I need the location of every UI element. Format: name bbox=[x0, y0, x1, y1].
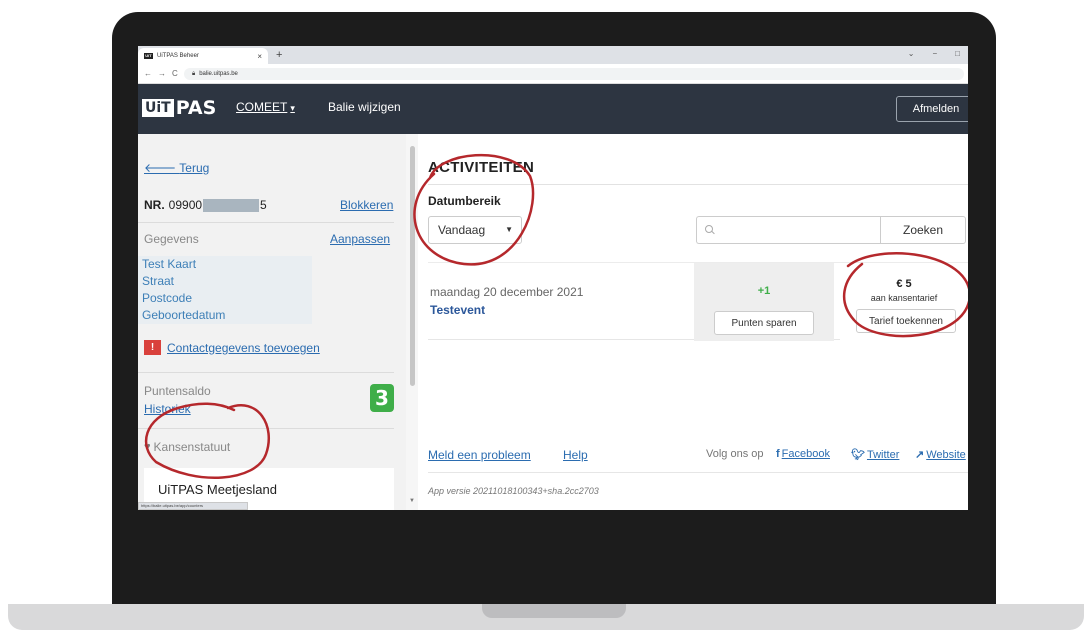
caret-down-icon: ▼ bbox=[505, 225, 513, 234]
favicon-icon: UiT bbox=[144, 53, 153, 59]
report-problem-link[interactable]: Meld een probleem bbox=[428, 448, 531, 462]
points-cell: +1 Punten sparen bbox=[694, 263, 834, 341]
activity-date: maandag 20 december 2021 bbox=[430, 285, 584, 299]
tariff-price: € 5 bbox=[896, 278, 912, 290]
back-link[interactable]: 🡐︎ Terug bbox=[144, 160, 209, 175]
activity-search-input[interactable] bbox=[696, 216, 880, 244]
status-bar-url: https://balie.uitpas.be/app/counters bbox=[138, 502, 248, 510]
twitter-link[interactable]: 🐦︎ Twitter bbox=[851, 448, 899, 461]
card-number-suffix: 5 bbox=[260, 198, 267, 212]
edit-details-link[interactable]: Aanpassen bbox=[330, 232, 390, 246]
url-field[interactable]: 🔒︎ balie.uitpas.be bbox=[184, 68, 964, 80]
external-link-icon: ↗ bbox=[915, 449, 925, 461]
logout-button[interactable]: Afmelden bbox=[896, 96, 968, 122]
detail-postcode: Postcode bbox=[142, 291, 193, 305]
new-tab-button[interactable]: + bbox=[276, 48, 282, 62]
scroll-down-arrow-icon[interactable]: ▼ bbox=[409, 498, 415, 504]
browser-tab[interactable]: UiT UiTPAS Beheer × bbox=[138, 48, 268, 64]
back-link-label: Terug bbox=[179, 161, 210, 175]
sidebar-divider bbox=[138, 372, 394, 373]
twitter-icon: 🐦︎ bbox=[851, 449, 865, 461]
switch-counter-link[interactable]: Balie wijzigen bbox=[328, 100, 401, 114]
redaction-bar bbox=[203, 198, 260, 212]
website-label: Website bbox=[926, 449, 966, 461]
logo-pas-mark: PAS bbox=[175, 97, 217, 119]
maximize-button[interactable]: □ bbox=[955, 49, 960, 58]
points-balance-label: Puntensaldo bbox=[144, 384, 211, 398]
block-card-link[interactable]: Blokkeren bbox=[340, 198, 393, 212]
points-badge: 3 bbox=[370, 384, 394, 412]
sidebar-divider bbox=[138, 428, 394, 429]
search-icon bbox=[705, 225, 715, 235]
laptop-notch bbox=[482, 604, 626, 618]
organization-name: UiTPAS Meetjesland bbox=[158, 482, 277, 497]
facebook-label: Facebook bbox=[781, 448, 830, 460]
date-range-label: Datumbereik bbox=[428, 194, 501, 208]
card-number: NR. 09900 5 bbox=[144, 198, 267, 212]
app-header: UiT PAS COMEET ▾ Balie wijzigen Afmelden bbox=[138, 84, 968, 134]
details-box: Test Kaart Straat Postcode Geboortedatum bbox=[138, 256, 312, 324]
tab-title: UiTPAS Beheer bbox=[157, 53, 199, 59]
sidebar-scroll-thumb[interactable] bbox=[410, 146, 415, 386]
search-button[interactable]: Zoeken bbox=[880, 216, 966, 244]
activity-row: maandag 20 december 2021 Testevent +1 Pu… bbox=[428, 262, 968, 341]
back-arrow-icon[interactable]: ← bbox=[144, 69, 152, 78]
detail-street: Straat bbox=[142, 274, 175, 288]
sidebar-divider bbox=[138, 222, 394, 223]
facebook-link[interactable]: f Facebook bbox=[776, 448, 830, 460]
url-text: balie.uitpas.be bbox=[199, 71, 238, 77]
counter-menu[interactable]: COMEET ▾ bbox=[236, 100, 295, 114]
arrow-left-icon: 🡐︎ bbox=[144, 161, 180, 175]
twitter-label: Twitter bbox=[866, 449, 900, 461]
history-link[interactable]: Historiek bbox=[144, 402, 191, 416]
detail-birthdate: Geboortedatum bbox=[142, 308, 226, 322]
activity-name-link[interactable]: Testevent bbox=[430, 303, 485, 317]
add-contact-row[interactable]: ! Contactgegevens toevoegen bbox=[144, 340, 320, 355]
detail-name: Test Kaart bbox=[142, 257, 197, 271]
lock-icon: 🔒︎ bbox=[192, 70, 196, 77]
card-number-prefix: 09900 bbox=[168, 198, 203, 212]
facebook-icon: f bbox=[776, 448, 780, 460]
tab-search-button[interactable]: ⌄ bbox=[908, 49, 915, 58]
passholder-sidebar: 🡐︎ Terug NR. 09900 5 Blokkeren Gegevens … bbox=[138, 134, 406, 510]
close-icon[interactable]: × bbox=[257, 52, 262, 61]
counter-menu-label: COMEET bbox=[236, 100, 288, 114]
minimize-button[interactable]: − bbox=[932, 49, 937, 58]
laptop-screen: UiT UiTPAS Beheer × + ⌄ − □ ← → C 🔒︎ bal… bbox=[138, 46, 968, 510]
help-link[interactable]: Help bbox=[563, 448, 588, 462]
website-link[interactable]: ↗ Website bbox=[915, 448, 966, 461]
title-divider bbox=[428, 184, 968, 185]
tariff-cell: € 5 aan kansentarief Tarief toekennen bbox=[840, 263, 968, 341]
details-label: Gegevens bbox=[144, 232, 199, 246]
window-controls: ⌄ − □ bbox=[908, 49, 960, 58]
forward-arrow-icon[interactable]: → bbox=[158, 69, 166, 78]
assign-tariff-button[interactable]: Tarief toekennen bbox=[856, 309, 956, 333]
browser-tab-bar: UiT UiTPAS Beheer × + ⌄ − □ bbox=[138, 46, 968, 64]
date-range-select[interactable]: Vandaag ▼ bbox=[428, 216, 522, 244]
card-number-label: NR. bbox=[144, 198, 165, 212]
app-version: App versie 20211018100343+sha.2cc2703 bbox=[428, 486, 599, 496]
uitpas-logo[interactable]: UiT PAS bbox=[142, 97, 216, 119]
footer-divider bbox=[428, 472, 968, 473]
save-points-button[interactable]: Punten sparen bbox=[714, 311, 814, 335]
reload-icon[interactable]: C bbox=[172, 69, 178, 78]
heart-icon: ♥ bbox=[144, 441, 151, 453]
opportunity-status-label: Kansenstatuut bbox=[153, 440, 231, 454]
add-contact-link[interactable]: Contactgegevens toevoegen bbox=[167, 341, 320, 355]
points-increment: +1 bbox=[757, 285, 771, 297]
opportunity-status: ♥ Kansenstatuut bbox=[144, 440, 230, 454]
date-range-value: Vandaag bbox=[438, 223, 486, 237]
caret-down-icon: ▾ bbox=[290, 103, 295, 113]
page-title: ACTIVITEITEN bbox=[428, 159, 535, 176]
tariff-note: aan kansentarief bbox=[870, 293, 938, 303]
browser-address-bar: ← → C 🔒︎ balie.uitpas.be bbox=[138, 64, 968, 84]
follow-us-label: Volg ons op bbox=[706, 448, 764, 460]
activities-panel: ACTIVITEITEN Datumbereik Vandaag ▼ Zoeke… bbox=[418, 134, 968, 510]
logo-uit-mark: UiT bbox=[142, 99, 174, 117]
warning-icon: ! bbox=[144, 340, 161, 355]
